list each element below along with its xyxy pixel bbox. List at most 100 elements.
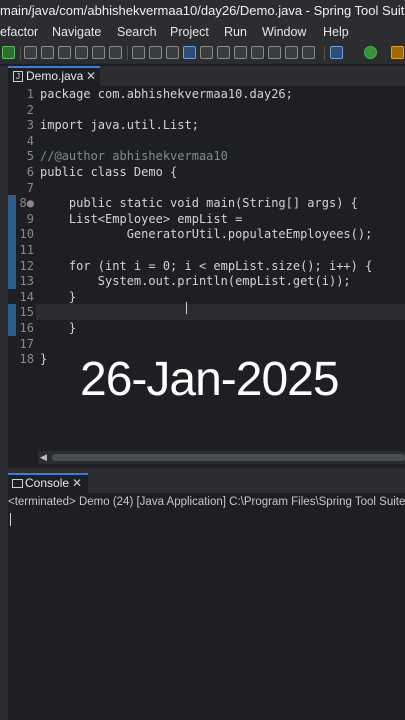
menu-navigate[interactable]: Navigate [52, 22, 101, 42]
tab-label: Demo.java [26, 69, 84, 83]
code-line: 6 public class Demo { [8, 165, 405, 181]
editor-tab-bar: J Demo.java ✕ [8, 66, 405, 86]
line-number: 9 [26, 211, 34, 226]
menu-refactor[interactable]: efactor [0, 22, 38, 42]
console-icon [12, 479, 23, 488]
scrollbar-thumb[interactable] [52, 454, 405, 461]
menu-search[interactable]: Search [117, 22, 157, 42]
line-number: 17 [19, 336, 34, 351]
code-editor[interactable]: 1 package com.abhishekvermaa10.day26; 2 3… [8, 86, 405, 468]
code-line: 1 package com.abhishekvermaa10.day26; [8, 87, 405, 103]
code-line: 17 [8, 337, 405, 353]
code-line: 14 } [8, 290, 405, 306]
toolbar-separator [20, 46, 21, 60]
code-line: 12 for (int i = 0; i < empList.size(); i… [8, 259, 405, 275]
save-all-icon[interactable] [41, 46, 54, 59]
text-cursor-icon [186, 302, 187, 314]
refresh-icon[interactable] [268, 46, 281, 59]
tab-demo-java[interactable]: J Demo.java ✕ [8, 66, 100, 86]
console-tab-label: Console [25, 476, 70, 490]
window-title: main/java/com/abhishekvermaa10/day26/Dem… [0, 3, 405, 18]
toggle-mark-icon[interactable] [132, 46, 145, 59]
code-line: 9 List<Employee> empList = [8, 212, 405, 228]
code-line: 8● public static void main(String[] args… [8, 196, 405, 212]
line-number: 8● [19, 196, 34, 211]
code-line: 3 import java.util.List; [8, 118, 405, 134]
left-panel-edge [0, 66, 8, 720]
line-number: 5 [26, 149, 34, 164]
line-number: 18 [19, 352, 34, 367]
console-tab-bar: Console ✕ [8, 473, 405, 493]
line-number: 6 [26, 165, 34, 179]
code-line: 13 System.out.println(empList.get(i)); [8, 274, 405, 290]
line-text: public static void main(String[] args) { [40, 196, 358, 211]
line-text: List<Employee> empList = [40, 211, 243, 226]
code-line: 15 [8, 305, 405, 321]
line-text: System.out.println(empList.get(i)); [40, 274, 351, 289]
spring-boot-icon[interactable] [183, 46, 196, 59]
code-line: 10 GeneratorUtil.populateEmployees(); [8, 227, 405, 243]
line-number: 10 [19, 227, 34, 242]
toolbar-separator [324, 46, 325, 60]
debug-icon[interactable] [330, 46, 343, 59]
menu-bar: efactor Navigate Search Project Run Wind… [0, 22, 405, 42]
line-text: package com.abhishekvermaa10.day26; [40, 87, 293, 101]
terminal-icon[interactable] [75, 46, 88, 59]
pin-icon[interactable] [285, 46, 298, 59]
line-text: import java.util.List; [40, 118, 199, 133]
line-text: } [40, 321, 77, 335]
search-icon[interactable] [234, 46, 247, 59]
console-output[interactable] [8, 510, 405, 720]
line-text: } [40, 352, 48, 367]
line-number: 4 [26, 133, 34, 148]
toolbar-separator [127, 46, 128, 60]
code-line: 5 //@author abhishekvermaa10 [8, 149, 405, 165]
line-text: public class Demo { [40, 165, 178, 179]
open-type-icon[interactable] [200, 46, 213, 59]
line-number: 13 [19, 274, 34, 289]
line-number: 15 [19, 305, 34, 320]
line-number: 3 [26, 118, 34, 133]
java-file-icon: J [13, 71, 23, 82]
line-number: 16 [19, 321, 34, 335]
line-number: 2 [26, 102, 34, 117]
menu-window[interactable]: Window [262, 22, 306, 42]
line-number: 14 [19, 289, 34, 304]
window-title-bar: main/java/com/abhishekvermaa10/day26/Dem… [0, 0, 405, 22]
menu-run[interactable]: Run [224, 22, 247, 42]
code-line: 2 [8, 103, 405, 119]
menu-help[interactable]: Help [323, 22, 349, 42]
print-icon[interactable] [58, 46, 71, 59]
line-number: 1 [26, 87, 34, 101]
whitespace-icon[interactable] [166, 46, 179, 59]
horizontal-scrollbar[interactable]: ◀ [38, 451, 405, 464]
toolbar [0, 42, 405, 65]
debug-step-icon[interactable] [92, 46, 105, 59]
code-line: 16 } [8, 321, 405, 337]
line-text: GeneratorUtil.populateEmployees(); [40, 227, 373, 242]
line-text: } [40, 289, 77, 304]
scroll-left-icon[interactable]: ◀ [40, 452, 47, 463]
line-number: 7 [26, 180, 34, 195]
close-icon[interactable]: ✕ [72, 475, 82, 492]
code-line: 4 [8, 134, 405, 150]
code-line: 7 [8, 181, 405, 197]
console-status: <terminated> Demo (24) [Java Application… [8, 494, 405, 511]
external-tools-icon[interactable] [391, 46, 404, 59]
block-select-icon[interactable] [149, 46, 162, 59]
run-icon[interactable] [364, 46, 377, 59]
open-task-icon[interactable] [217, 46, 230, 59]
history-icon[interactable] [302, 46, 315, 59]
console-caret [10, 513, 11, 526]
tab-console[interactable]: Console ✕ [8, 473, 88, 493]
new-icon[interactable] [2, 46, 15, 59]
menu-project[interactable]: Project [170, 22, 209, 42]
save-icon[interactable] [24, 46, 37, 59]
annotation-icon[interactable] [251, 46, 264, 59]
step-over-icon[interactable] [109, 46, 122, 59]
line-number: 12 [19, 258, 34, 273]
close-icon[interactable]: ✕ [86, 68, 96, 85]
date-overlay: 26-Jan-2025 [80, 353, 340, 406]
line-text: //@author abhishekvermaa10 [40, 149, 228, 164]
line-text: for (int i = 0; i < empList.size(); i++)… [40, 258, 373, 273]
